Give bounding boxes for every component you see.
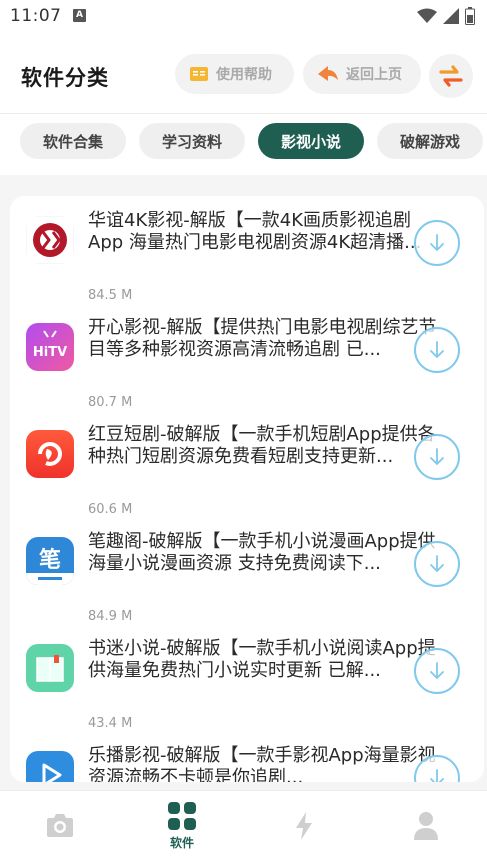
item-title: 红豆短剧-破解版【一款手机短剧App提供各种热门短剧资源免费看短剧支持更新... <box>88 424 436 467</box>
battery-icon <box>465 7 475 25</box>
lebo-logo <box>26 751 74 782</box>
item-size: 80.7 M <box>88 395 133 410</box>
back-button[interactable]: 返回上页 <box>303 54 421 94</box>
tab-label: 影视小说 <box>280 132 341 151</box>
nav-lightning[interactable] <box>274 811 334 841</box>
hitv-logo: HiTV <box>26 323 74 371</box>
help-book-icon <box>190 67 208 81</box>
back-button-label: 返回上页 <box>346 67 402 83</box>
download-arrow-icon <box>430 662 444 679</box>
list-item[interactable]: 笔 笔趣阁-破解版【一款手机小说漫画App提供海量小说漫画资源 支持免费阅读下.… <box>10 517 484 624</box>
item-size: 43.4 M <box>88 716 133 731</box>
swap-arrows-icon <box>439 65 463 87</box>
download-arrow-icon <box>430 555 444 572</box>
notification-icon: A <box>73 9 86 22</box>
list-item[interactable]: HiTV 开心影视-解版【提供热门电影电视剧综艺节目等多种影视资源高清流畅追剧 … <box>10 303 484 410</box>
nav-software-label: 软件 <box>169 836 194 850</box>
tab-label: 破解游戏 <box>399 132 460 151</box>
tab-software-collection[interactable]: 软件合集 <box>20 123 126 159</box>
camera-icon <box>47 814 73 837</box>
lightning-icon <box>296 812 312 840</box>
nav-software[interactable]: 软件 <box>152 801 212 851</box>
signal-icon <box>443 8 459 24</box>
nav-profile[interactable] <box>396 811 456 841</box>
back-arrow-icon <box>318 66 338 81</box>
svg-text:笔: 笔 <box>39 547 61 573</box>
tab-study-materials[interactable]: 学习资料 <box>139 123 245 159</box>
tab-label: 软件合集 <box>42 132 103 151</box>
download-button[interactable] <box>414 541 460 587</box>
list-item[interactable]: 书迷小说-破解版【一款手机小说阅读App提供海量免费热门小说实时更新 已解...… <box>10 624 484 731</box>
huayi-4k-logo <box>26 216 74 264</box>
item-title: 华谊4K影视-解版【一款4K画质影视追剧App 海量热门电影电视剧资源4K超清播… <box>88 210 422 253</box>
help-button-label: 使用帮助 <box>216 67 272 83</box>
list-item[interactable]: 乐播影视-破解版【一款手影视App海量影视资源流畅不卡顿是你追剧... <box>10 731 484 782</box>
list-item[interactable]: 红豆短剧-破解版【一款手机短剧App提供各种热门短剧资源免费看短剧支持更新...… <box>10 410 484 517</box>
status-time: 11:07 <box>10 6 62 26</box>
item-size: 84.9 M <box>88 609 133 624</box>
download-button[interactable] <box>414 220 460 266</box>
item-size: 84.5 M <box>88 288 133 303</box>
download-arrow-icon <box>430 234 444 251</box>
category-tabs: 软件合集 学习资料 影视小说 破解游戏 <box>0 115 487 175</box>
book-logo <box>26 644 74 692</box>
help-button[interactable]: 使用帮助 <box>175 54 294 94</box>
grid-icon <box>168 802 196 830</box>
app-list: 华谊4K影视-解版【一款4K画质影视追剧App 海量热门电影电视剧资源4K超清播… <box>10 196 484 782</box>
item-title: 笔趣阁-破解版【一款手机小说漫画App提供海量小说漫画资源 支持免费阅读下... <box>88 531 436 574</box>
red-bean-logo <box>26 430 74 478</box>
list-item[interactable]: 华谊4K影视-解版【一款4K画质影视追剧App 海量热门电影电视剧资源4K超清播… <box>10 196 484 303</box>
bottom-nav: 软件 <box>0 790 487 865</box>
tab-label: 学习资料 <box>161 132 222 151</box>
item-size: 60.6 M <box>88 502 133 517</box>
download-arrow-icon <box>430 769 444 782</box>
download-button[interactable] <box>414 648 460 694</box>
svg-text:HiTV: HiTV <box>33 345 67 360</box>
wifi-icon <box>417 8 437 23</box>
status-icons <box>417 7 475 25</box>
download-arrow-icon <box>430 448 444 465</box>
item-title: 乐播影视-破解版【一款手影视App海量影视资源流畅不卡顿是你追剧... <box>88 745 436 782</box>
download-button[interactable] <box>414 327 460 373</box>
page-title: 软件分类 <box>21 66 109 90</box>
tab-cracked-games[interactable]: 破解游戏 <box>377 123 483 159</box>
biquge-logo: 笔 <box>26 537 74 585</box>
tab-film-novel[interactable]: 影视小说 <box>258 123 364 159</box>
download-arrow-icon <box>430 341 444 358</box>
nav-camera[interactable] <box>30 811 90 839</box>
item-title: 开心影视-解版【提供热门电影电视剧综艺节目等多种影视资源高清流畅追剧 已... <box>88 317 437 360</box>
status-bar: 11:07 A <box>0 0 487 34</box>
download-button[interactable] <box>414 434 460 480</box>
header: 软件分类 使用帮助 返回上页 <box>0 34 487 114</box>
swap-button[interactable] <box>429 54 473 98</box>
item-title: 书迷小说-破解版【一款手机小说阅读App提供海量免费热门小说实时更新 已解... <box>88 638 436 681</box>
person-icon <box>414 812 438 840</box>
